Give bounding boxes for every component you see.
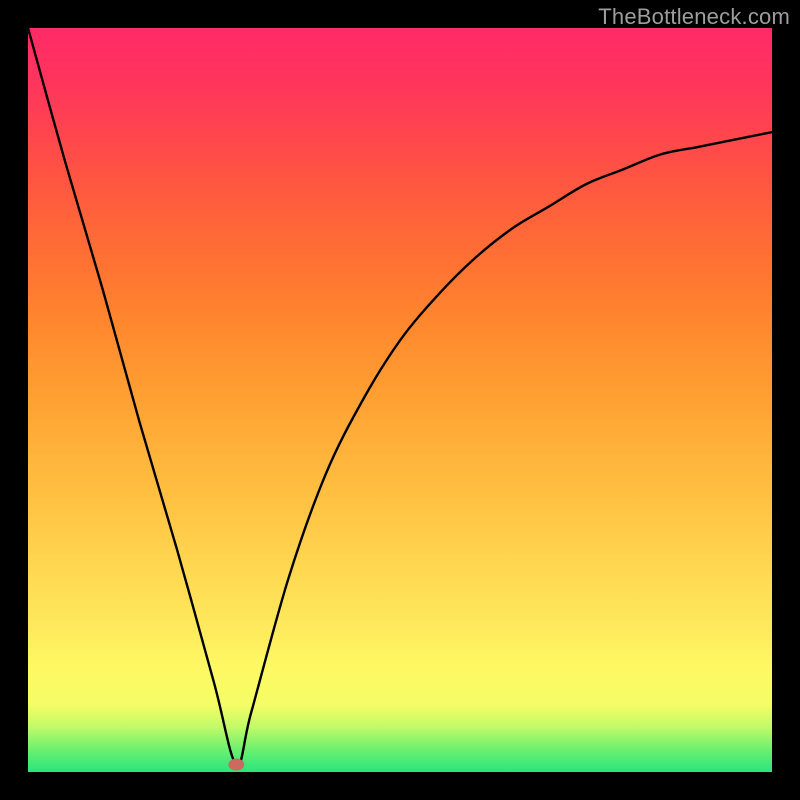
curve-svg <box>28 28 772 772</box>
min-marker <box>228 759 244 771</box>
bottleneck-curve <box>28 28 772 765</box>
chart-frame: TheBottleneck.com <box>0 0 800 800</box>
plot-area <box>28 28 772 772</box>
watermark-text: TheBottleneck.com <box>598 4 790 30</box>
